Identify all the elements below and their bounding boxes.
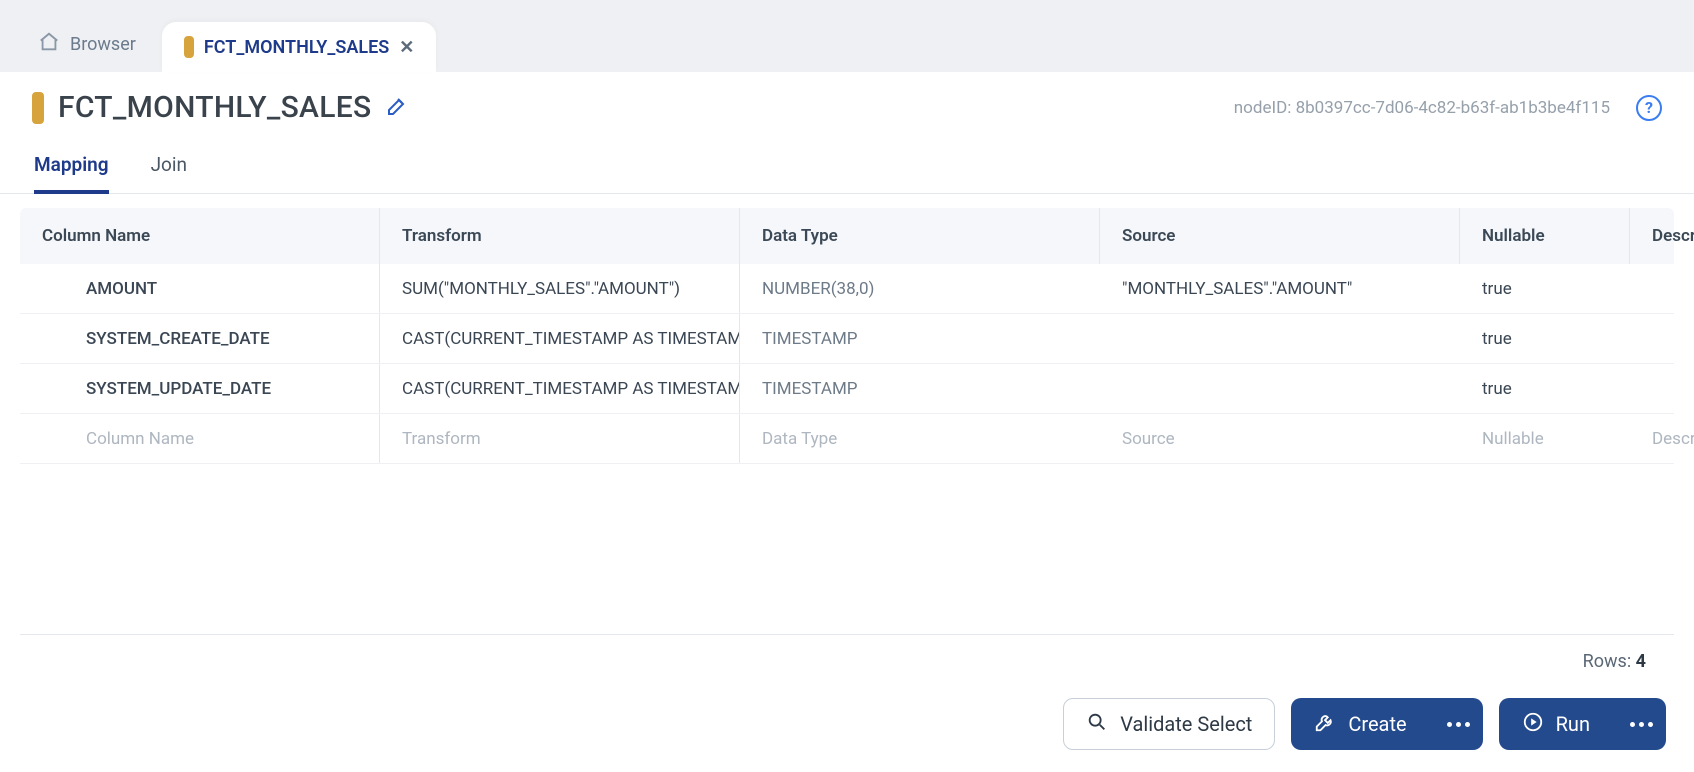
wrench-icon — [1314, 711, 1336, 738]
rows-label: Rows: — [1583, 651, 1632, 672]
placeholder-nullable[interactable]: Nullable — [1460, 414, 1630, 463]
cell-nullable[interactable]: true — [1460, 364, 1630, 413]
cell-data-type[interactable]: TIMESTAMP — [740, 314, 1100, 363]
rows-count: 4 — [1636, 651, 1646, 672]
run-button[interactable]: Run — [1499, 698, 1666, 750]
col-header-data-type[interactable]: Data Type — [740, 208, 1100, 264]
cell-column-name[interactable]: AMOUNT — [20, 264, 380, 313]
sub-tabs: Mapping Join — [0, 129, 1694, 194]
placeholder-transform[interactable]: Transform — [380, 414, 740, 463]
node-badge-icon — [184, 36, 194, 58]
col-header-transform[interactable]: Transform — [380, 208, 740, 264]
tab-active-node[interactable]: FCT_MONTHLY_SALES ✕ — [162, 22, 436, 72]
create-label: Create — [1348, 712, 1406, 736]
table-row[interactable]: SYSTEM_CREATE_DATE CAST(CURRENT_TIMESTAM… — [20, 314, 1674, 364]
panel-header: FCT_MONTHLY_SALES nodeID: 8b0397cc-7d06-… — [0, 72, 1694, 129]
col-header-source[interactable]: Source — [1100, 208, 1460, 264]
editor-panel: FCT_MONTHLY_SALES nodeID: 8b0397cc-7d06-… — [0, 72, 1694, 772]
cell-description[interactable] — [1630, 314, 1694, 363]
run-label: Run — [1556, 712, 1590, 736]
cell-source[interactable]: "MONTHLY_SALES"."AMOUNT" — [1100, 264, 1460, 313]
cell-description[interactable] — [1630, 264, 1694, 313]
new-row-placeholder[interactable]: Column Name Transform Data Type Source N… — [20, 414, 1674, 464]
table-row[interactable]: AMOUNT SUM("MONTHLY_SALES"."AMOUNT") NUM… — [20, 264, 1674, 314]
tab-browser[interactable]: Browser — [16, 17, 158, 72]
cell-nullable[interactable]: true — [1460, 264, 1630, 313]
cell-transform[interactable]: SUM("MONTHLY_SALES"."AMOUNT") — [380, 264, 740, 313]
tab-mapping[interactable]: Mapping — [34, 153, 109, 194]
cell-source[interactable] — [1100, 364, 1460, 413]
more-icon[interactable] — [1433, 722, 1470, 727]
cell-transform[interactable]: CAST(CURRENT_TIMESTAMP AS TIMESTAMP) — [380, 314, 740, 363]
cell-column-name[interactable]: SYSTEM_CREATE_DATE — [20, 314, 380, 363]
col-header-description[interactable]: Description — [1630, 208, 1694, 264]
cell-nullable[interactable]: true — [1460, 314, 1630, 363]
search-icon — [1086, 711, 1108, 738]
tab-active-label: FCT_MONTHLY_SALES — [204, 37, 389, 58]
create-button[interactable]: Create — [1291, 698, 1482, 750]
play-icon — [1522, 711, 1544, 738]
placeholder-data-type[interactable]: Data Type — [740, 414, 1100, 463]
cell-description[interactable] — [1630, 364, 1694, 413]
cell-source[interactable] — [1100, 314, 1460, 363]
cell-transform[interactable]: CAST(CURRENT_TIMESTAMP AS TIMESTAMP) — [380, 364, 740, 413]
placeholder-description[interactable]: Description — [1630, 414, 1694, 463]
help-icon[interactable]: ? — [1636, 95, 1662, 121]
node-id-label: nodeID: 8b0397cc-7d06-4c82-b63f-ab1b3be4… — [1234, 98, 1610, 118]
rows-count-bar: Rows: 4 — [20, 634, 1674, 688]
table-row[interactable]: SYSTEM_UPDATE_DATE CAST(CURRENT_TIMESTAM… — [20, 364, 1674, 414]
home-icon — [38, 31, 60, 58]
placeholder-source[interactable]: Source — [1100, 414, 1460, 463]
mapping-grid: Column Name Transform Data Type Source N… — [0, 194, 1694, 688]
validate-select-label: Validate Select — [1120, 712, 1252, 736]
validate-select-button[interactable]: Validate Select — [1063, 698, 1275, 750]
tab-join[interactable]: Join — [151, 153, 187, 194]
close-icon[interactable]: ✕ — [399, 37, 414, 58]
page-title: FCT_MONTHLY_SALES — [58, 90, 371, 125]
tab-browser-label: Browser — [70, 34, 136, 55]
tabs-bar: Browser FCT_MONTHLY_SALES ✕ — [0, 0, 1694, 72]
more-icon[interactable] — [1616, 722, 1653, 727]
grid-header-row: Column Name Transform Data Type Source N… — [20, 208, 1674, 264]
col-header-nullable[interactable]: Nullable — [1460, 208, 1630, 264]
cell-column-name[interactable]: SYSTEM_UPDATE_DATE — [20, 364, 380, 413]
placeholder-column-name[interactable]: Column Name — [20, 414, 380, 463]
action-bar: Validate Select Create Run — [0, 688, 1694, 772]
node-badge-icon — [32, 92, 44, 124]
cell-data-type[interactable]: NUMBER(38,0) — [740, 264, 1100, 313]
edit-icon[interactable] — [385, 94, 409, 122]
col-header-column-name[interactable]: Column Name — [20, 208, 380, 264]
cell-data-type[interactable]: TIMESTAMP — [740, 364, 1100, 413]
